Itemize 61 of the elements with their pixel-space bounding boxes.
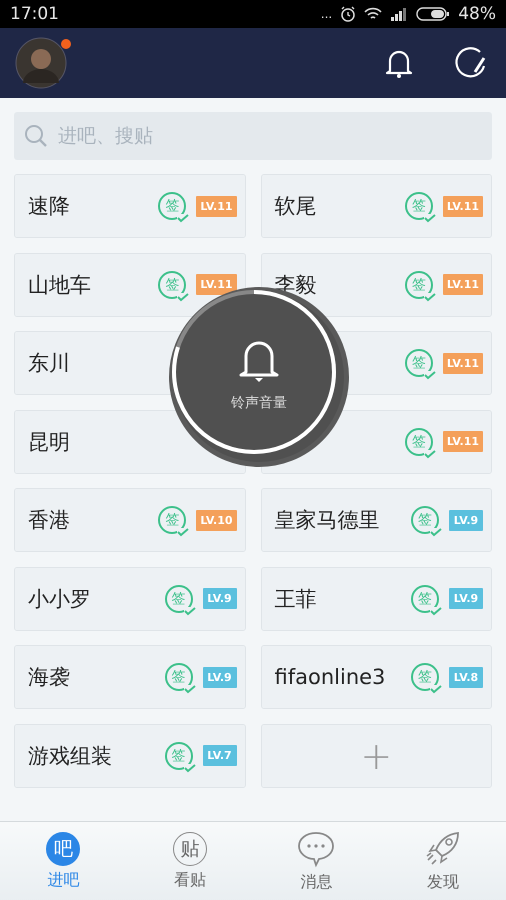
level-badge: LV.11 [442,274,483,295]
sign-in-icon[interactable]: 签 [158,192,186,220]
toast-label: 铃声音量 [231,394,287,412]
forum-card[interactable]: 海袭 签 LV.9 [14,645,246,709]
tab-icon: 吧 [46,832,80,866]
forum-name: 昆明 [28,428,71,456]
forum-name: 皇家马德里 [274,507,380,534]
forum-card[interactable]: 王菲 签 LV.9 [260,566,492,630]
sign-in-icon[interactable]: 签 [411,663,439,691]
signal-icon [390,7,408,21]
tab[interactable]: 吧 进吧 [0,822,126,900]
forum-name: 海袭 [28,664,71,691]
status-dots: ... [320,7,332,21]
battery-icon [416,6,450,22]
status-time: 17:01 [10,4,59,24]
forum-card[interactable]: 软尾 签 LV.11 [260,174,492,238]
wifi-icon [364,7,382,21]
level-badge: LV.9 [202,666,236,688]
search-icon [24,124,48,148]
forum-card[interactable]: fifaonline3 签 LV.8 [260,645,492,709]
level-badge: LV.10 [196,510,236,530]
level-badge: LV.11 [196,274,236,295]
level-badge: LV.7 [202,745,236,766]
alarm-icon [340,6,356,22]
avatar[interactable] [15,37,67,89]
level-badge: LV.9 [449,588,483,609]
level-badge: LV.11 [442,431,483,452]
edit-icon[interactable] [454,46,488,80]
forum-card[interactable]: 速降 签 LV.11 [14,174,246,238]
level-badge: LV.11 [196,196,236,216]
level-badge: LV.11 [442,352,483,374]
add-forum-button[interactable]: + [260,724,492,788]
forum-card[interactable]: 游戏组装 签 LV.7 [14,724,246,788]
forum-card[interactable]: 皇家马德里 签 LV.9 [260,488,492,552]
level-badge: LV.11 [442,196,483,216]
tab[interactable]: 消息 [253,822,380,900]
level-badge: LV.9 [202,588,236,609]
tab-icon: 贴 [172,832,207,866]
sign-in-icon[interactable]: 签 [404,192,433,220]
forum-name: 速降 [28,193,71,220]
forum-name: fifaonline3 [274,665,386,689]
sign-in-icon[interactable]: 签 [411,506,439,534]
tab[interactable]: 贴 看贴 [126,822,253,900]
forum-name: 山地车 [28,272,92,298]
forum-card[interactable]: 小小罗 签 LV.9 [14,566,246,630]
chat-bubble-icon [296,830,336,868]
sign-in-icon[interactable]: 签 [404,349,433,377]
forum-name: 香港 [28,507,71,534]
level-badge: LV.9 [449,510,483,530]
battery-level: 48% [458,4,496,24]
level-badge: LV.8 [449,666,483,688]
forum-name: 小小罗 [28,586,92,612]
forum-name: 软尾 [274,193,318,220]
forum-name: 王菲 [274,586,318,612]
forum-name: 东川 [28,350,71,377]
forum-card[interactable]: 香港 签 LV.10 [14,488,246,552]
rocket-icon [424,830,462,868]
tab[interactable]: 发现 [380,822,506,900]
sign-in-icon[interactable]: 签 [158,506,186,534]
forum-name: 游戏组装 [28,742,113,770]
forum-card[interactable]: 山地车 签 LV.11 [14,252,246,316]
